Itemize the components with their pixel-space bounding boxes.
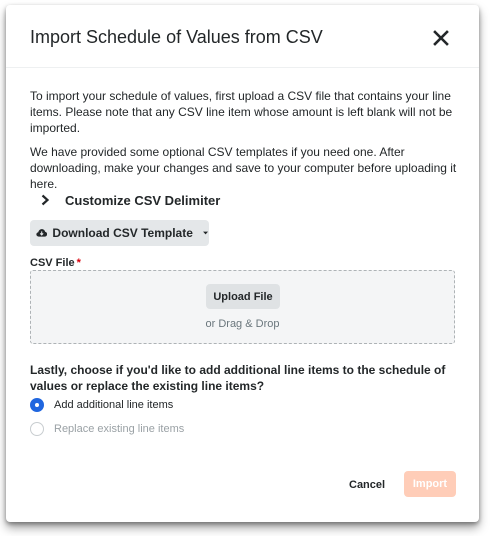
csv-file-dropzone[interactable]: Upload File or Drag & Drop [30,270,455,344]
csv-file-label-text: CSV File [30,257,75,269]
header-divider [6,67,479,68]
radio-replace-existing-line-items[interactable]: Replace existing line items [30,421,184,437]
close-icon [433,30,449,46]
cloud-download-icon [36,229,48,237]
customize-delimiter-toggle[interactable]: Customize CSV Delimiter [40,190,220,210]
intro-paragraph-1: To import your schedule of values, first… [30,89,453,135]
download-csv-template-label: Download CSV Template [52,226,193,240]
close-button[interactable] [430,27,452,49]
upload-file-button[interactable]: Upload File [206,284,280,309]
drag-drop-hint: or Drag & Drop [205,318,280,330]
csv-file-label: CSV File * [30,257,81,269]
import-csv-dialog: Import Schedule of Values from CSV To im… [6,5,479,522]
dialog-title: Import Schedule of Values from CSV [30,27,323,47]
radio-button-selected[interactable] [30,398,44,412]
line-items-question: Lastly, choose if you'd like to add addi… [30,363,446,393]
caret-down-icon [202,231,208,235]
download-csv-template-button[interactable]: Download CSV Template [30,220,209,246]
cancel-button[interactable]: Cancel [349,475,385,495]
radio-add-additional-line-items[interactable]: Add additional line items [30,397,173,413]
customize-delimiter-label: Customize CSV Delimiter [65,192,221,208]
radio-button-unselected[interactable] [30,422,44,436]
chevron-right-icon [41,194,50,206]
radio-label-add: Add additional line items [54,399,174,411]
radio-label-replace: Replace existing line items [54,423,185,435]
intro-paragraph-2: We have provided some optional CSV templ… [30,145,457,191]
required-marker: * [76,257,81,269]
import-button[interactable]: Import [404,471,456,497]
